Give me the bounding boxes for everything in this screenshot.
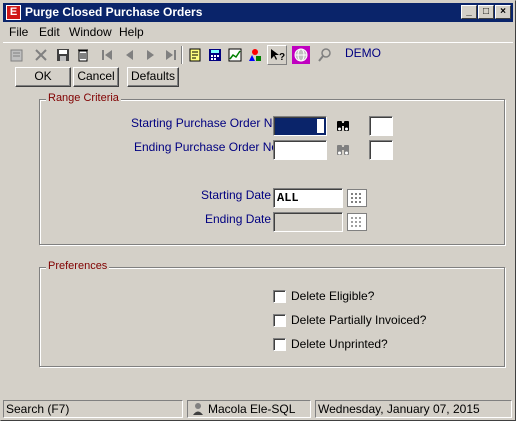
start-date-field[interactable] — [273, 188, 343, 208]
text-cursor — [317, 119, 324, 133]
delete-eligible-checkbox[interactable] — [273, 289, 286, 303]
delete-unprinted-option[interactable]: Delete Unprinted? — [273, 336, 388, 352]
binoculars-icon[interactable] — [334, 117, 352, 135]
delete-icon[interactable] — [31, 45, 51, 65]
globe-icon[interactable] — [291, 45, 311, 65]
whats-this-help-icon[interactable]: ? — [267, 45, 287, 65]
calculator-icon[interactable] — [205, 45, 225, 65]
status-user: Macola Ele-SQL — [187, 400, 311, 418]
delete-unprinted-checkbox[interactable] — [273, 337, 286, 351]
end-po-extra-field[interactable] — [369, 140, 393, 160]
delete-unprinted-label: Delete Unprinted? — [291, 337, 388, 351]
maximize-button[interactable]: □ — [478, 5, 494, 19]
minimize-button[interactable]: _ — [461, 5, 477, 19]
ok-button[interactable]: OK — [15, 67, 71, 87]
delete-partially-invoiced-checkbox[interactable] — [273, 313, 286, 327]
menu-bar: File Edit Window Help — [3, 23, 513, 41]
status-bar: Search (F7) Macola Ele-SQL Wednesday, Ja… — [3, 399, 513, 419]
calendar-disabled-icon[interactable] — [347, 213, 367, 231]
preferences-title: Preferences — [46, 260, 110, 272]
end-po-field[interactable] — [273, 140, 327, 160]
new-record-icon[interactable] — [7, 45, 27, 65]
app-icon[interactable]: E — [6, 5, 21, 20]
menu-file[interactable]: File — [9, 25, 28, 39]
binoculars-disabled-icon[interactable] — [334, 141, 352, 159]
window-title: Purge Closed Purchase Orders — [25, 5, 203, 19]
next-record-icon[interactable] — [141, 45, 161, 65]
company-label: DEMO — [345, 46, 381, 60]
end-date-input[interactable] — [274, 213, 342, 231]
close-button[interactable]: × — [495, 5, 511, 19]
start-date-label: Starting Date — [201, 188, 272, 202]
toolbar-separator — [181, 46, 183, 64]
start-po-field[interactable] — [273, 116, 327, 136]
main-window: E Purge Closed Purchase Orders _ □ × Fil… — [0, 0, 516, 421]
shapes-icon[interactable] — [245, 45, 265, 65]
status-hint: Search (F7) — [3, 400, 183, 418]
cancel-button[interactable]: Cancel — [73, 67, 119, 87]
user-icon — [191, 402, 205, 417]
start-po-label: Starting Purchase Order No. — [131, 116, 283, 130]
menu-window[interactable]: Window — [69, 25, 112, 39]
delete-partially-invoiced-option[interactable]: Delete Partially Invoiced? — [273, 312, 426, 328]
status-user-text: Macola Ele-SQL — [208, 402, 296, 416]
calendar-icon[interactable] — [347, 189, 367, 207]
range-criteria-title: Range Criteria — [46, 92, 121, 104]
notes-icon[interactable] — [185, 45, 205, 65]
title-bar[interactable]: E Purge Closed Purchase Orders _ □ × — [3, 3, 513, 22]
start-po-extra-field[interactable] — [369, 116, 393, 136]
save-icon[interactable] — [53, 45, 73, 65]
delete-eligible-option[interactable]: Delete Eligible? — [273, 288, 374, 304]
first-record-icon[interactable] — [97, 45, 117, 65]
delete-eligible-label: Delete Eligible? — [291, 289, 375, 303]
preferences-group: Preferences — [39, 260, 505, 367]
last-record-icon[interactable] — [161, 45, 181, 65]
status-date: Wednesday, January 07, 2015 — [315, 400, 512, 418]
defaults-button[interactable]: Defaults — [127, 67, 179, 87]
menu-edit[interactable]: Edit — [39, 25, 60, 39]
chart-icon[interactable] — [225, 45, 245, 65]
svg-text:?: ? — [279, 52, 285, 63]
previous-record-icon[interactable] — [119, 45, 139, 65]
search-icon[interactable] — [315, 45, 335, 65]
toolbar: ? DEMO — [3, 42, 513, 66]
end-date-label: Ending Date — [205, 212, 272, 226]
delete-partially-invoiced-label: Delete Partially Invoiced? — [291, 313, 427, 327]
end-date-field[interactable] — [273, 212, 343, 232]
trash-icon[interactable] — [73, 45, 93, 65]
start-date-input[interactable] — [274, 189, 342, 207]
end-po-label: Ending Purchase Order No. — [134, 140, 282, 154]
menu-help[interactable]: Help — [119, 25, 144, 39]
end-po-input[interactable] — [274, 141, 326, 159]
